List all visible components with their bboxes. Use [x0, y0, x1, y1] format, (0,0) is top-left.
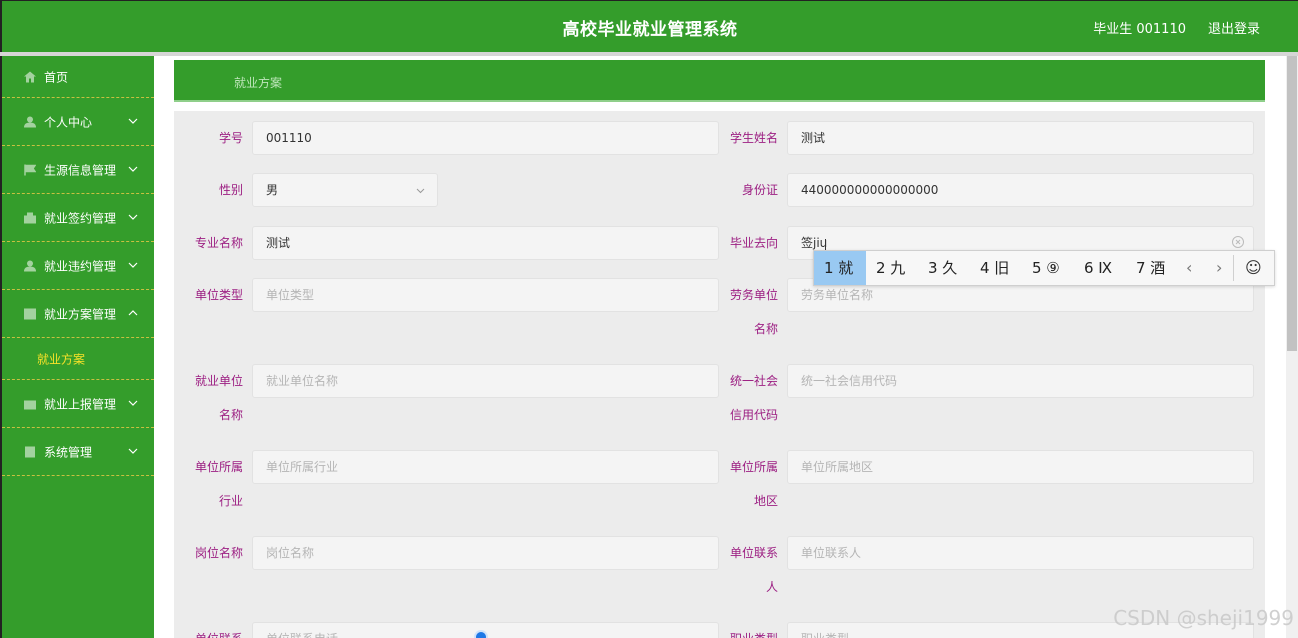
top-header: 高校毕业就业管理系统 毕业生 001110 退出登录	[0, 0, 1298, 52]
sidebar-item-employment-plan[interactable]: 就业方案管理	[2, 290, 154, 338]
sidebar-item-label: 就业违约管理	[44, 259, 117, 273]
label-credit-code-2: 信用代码	[729, 408, 778, 422]
id-card-input[interactable]: 440000000000000000	[787, 173, 1254, 207]
ime-candidate[interactable]: 7 酒	[1136, 251, 1180, 285]
label-region: 单位所属	[729, 460, 778, 474]
gender-select[interactable]: 男	[252, 173, 438, 207]
chevron-down-icon	[128, 448, 138, 454]
region-input[interactable]: 单位所属地区	[787, 450, 1254, 484]
label-gender: 性别	[218, 183, 243, 197]
chevron-down-icon	[128, 262, 138, 268]
student-name-input[interactable]: 测试	[787, 121, 1254, 155]
sidebar-item-home[interactable]: 首页	[2, 56, 154, 98]
major-input[interactable]: 测试	[252, 226, 719, 260]
breadcrumb: 就业方案	[174, 60, 1265, 102]
logout-button[interactable]: 退出登录	[1208, 18, 1260, 37]
industry-input[interactable]: 单位所属行业	[252, 450, 719, 484]
contract-icon	[24, 212, 36, 223]
ime-next-page-icon[interactable]: ›	[1216, 251, 1222, 285]
position-input[interactable]: 岗位名称	[252, 536, 719, 570]
sidebar-item-label: 就业签约管理	[44, 211, 117, 225]
user-icon	[24, 260, 36, 271]
sidebar-item-default[interactable]: 就业违约管理	[2, 242, 154, 290]
breadcrumb-current[interactable]: 就业方案	[234, 74, 282, 91]
sidebar-subitem-label: 就业方案	[37, 352, 86, 366]
sidebar-item-label: 系统管理	[44, 445, 93, 459]
label-contact-phone: 单位联系	[179, 622, 243, 638]
sidebar-item-report[interactable]: 就业上报管理	[2, 380, 154, 428]
label-student-id: 学号	[218, 131, 243, 145]
sidebar-subitem-employment-plan[interactable]: 就业方案	[2, 338, 154, 380]
chevron-down-icon	[128, 400, 138, 406]
ime-candidate[interactable]: 1 就	[814, 251, 866, 285]
ime-prev-page-icon[interactable]: ‹	[1186, 251, 1192, 285]
sidebar-item-system[interactable]: 系统管理	[2, 428, 154, 476]
label-contact-2: 人	[765, 580, 778, 594]
label-student-name: 学生姓名	[729, 131, 778, 145]
chevron-down-icon	[128, 214, 138, 220]
label-employer-2: 名称	[218, 408, 243, 422]
scrollbar-thumb[interactable]	[1287, 56, 1297, 351]
sidebar-item-contract[interactable]: 就业签约管理	[2, 194, 154, 242]
chevron-down-icon	[128, 118, 138, 124]
label-line-1: 劳务单位	[729, 288, 778, 302]
sidebar-item-label: 就业方案管理	[44, 307, 117, 321]
label-position: 岗位名称	[194, 546, 243, 560]
sidebar: 首页 个人中心 生源信息管理 就业签约管理 就业违约管理 就业方案管理 就业方案…	[0, 56, 154, 638]
sidebar-item-label: 首页	[44, 70, 69, 84]
contact-input[interactable]: 单位联系人	[787, 536, 1254, 570]
label-industry-2: 行业	[218, 494, 243, 508]
sidebar-item-personal-center[interactable]: 个人中心	[2, 98, 154, 146]
chevron-down-icon	[416, 188, 425, 194]
label-labor-unit: 劳务单位	[714, 278, 778, 312]
clear-icon[interactable]	[1231, 235, 1245, 249]
app-window: 高校毕业就业管理系统 毕业生 001110 退出登录 首页 个人中心 生源信息管…	[0, 0, 1298, 638]
watermark: CSDN @sheji1999	[1113, 606, 1294, 630]
current-user: 毕业生 001110	[1093, 22, 1186, 37]
ime-divider	[1233, 255, 1234, 281]
upload-icon	[24, 400, 36, 409]
sidebar-item-label: 个人中心	[44, 115, 93, 129]
home-icon	[24, 71, 36, 82]
credit-code-input[interactable]: 统一社会信用代码	[787, 364, 1254, 398]
label-industry: 单位所属	[194, 460, 243, 474]
label-region-2: 地区	[753, 494, 778, 508]
ime-candidate[interactable]: 6 Ⅸ	[1084, 251, 1128, 285]
list-icon	[24, 308, 36, 319]
page-scrollbar[interactable]	[1286, 56, 1298, 638]
chevron-up-icon	[128, 309, 138, 315]
emoji-icon[interactable]: ☺	[1245, 251, 1262, 285]
user-icon	[24, 116, 36, 127]
label-unit-type: 单位类型	[194, 288, 243, 302]
label-contact: 单位联系	[729, 546, 778, 560]
label-id-card: 身份证	[741, 183, 778, 197]
label-destination: 毕业去向	[729, 236, 778, 250]
label-labor-unit-2: 名称	[753, 322, 778, 336]
chevron-down-icon	[128, 166, 138, 172]
flag-icon	[24, 164, 36, 175]
label-credit-code: 统一社会	[729, 374, 778, 388]
ime-candidate[interactable]: 5 ⑨	[1032, 251, 1076, 285]
student-id-input[interactable]: 001110	[252, 121, 719, 155]
ime-candidate[interactable]: 4 旧	[980, 251, 1024, 285]
unit-type-input[interactable]: 单位类型	[252, 278, 719, 312]
ime-candidate[interactable]: 3 久	[928, 251, 972, 285]
ime-candidate[interactable]: 2 九	[876, 251, 920, 285]
sidebar-item-label: 就业上报管理	[44, 397, 117, 411]
drag-handle[interactable]	[474, 630, 488, 638]
ime-candidate-bar: 1 就 2 九 3 久 4 旧 5 ⑨ 6 Ⅸ 7 酒 ‹ › ☺	[813, 250, 1275, 286]
sidebar-item-label: 生源信息管理	[44, 163, 117, 177]
gender-value: 男	[266, 183, 279, 197]
sidebar-item-student-source[interactable]: 生源信息管理	[2, 146, 154, 194]
label-employer: 就业单位	[194, 374, 243, 388]
employer-input[interactable]: 就业单位名称	[252, 364, 719, 398]
label-job-category: 职业类型	[714, 622, 778, 638]
destination-value: 签jiu	[801, 236, 828, 250]
settings-icon	[25, 446, 35, 457]
label-major: 专业名称	[194, 236, 243, 250]
